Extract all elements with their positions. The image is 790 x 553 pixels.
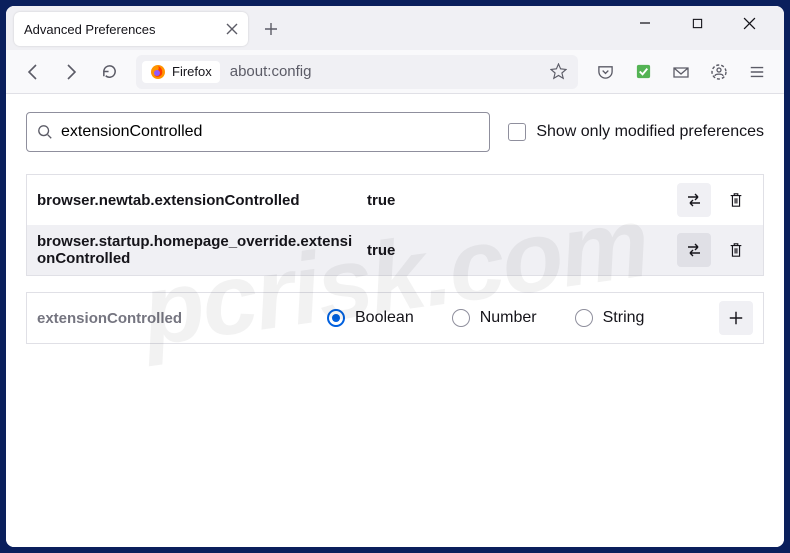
back-button[interactable] xyxy=(16,55,50,89)
url-bar[interactable]: Firefox xyxy=(136,55,578,89)
radio-icon xyxy=(327,309,345,327)
type-radio-group: Boolean Number String xyxy=(327,309,711,327)
trash-icon xyxy=(728,192,744,208)
tab-bar: Advanced Preferences xyxy=(6,6,784,50)
toggle-icon xyxy=(685,191,703,209)
delete-button[interactable] xyxy=(719,183,753,217)
minimize-button[interactable] xyxy=(630,8,660,38)
tab-advanced-preferences[interactable]: Advanced Preferences xyxy=(14,12,248,46)
forward-button[interactable] xyxy=(54,55,88,89)
pref-name: browser.newtab.extensionControlled xyxy=(37,192,359,209)
extension-button[interactable] xyxy=(626,55,660,89)
toggle-button[interactable] xyxy=(677,233,711,267)
search-icon xyxy=(37,124,53,140)
identity-box[interactable]: Firefox xyxy=(142,61,220,83)
nav-toolbar: Firefox xyxy=(6,50,784,94)
app-menu-button[interactable] xyxy=(740,55,774,89)
pref-value: true xyxy=(367,242,669,259)
checkbox-icon xyxy=(508,123,526,141)
new-tab-button[interactable] xyxy=(256,14,286,44)
pref-row: browser.newtab.extensionControlled true xyxy=(27,175,763,225)
pocket-button[interactable] xyxy=(588,55,622,89)
pref-search-box[interactable] xyxy=(26,112,490,152)
about-config-content: Show only modified preferences browser.n… xyxy=(6,94,784,547)
close-tab-icon[interactable] xyxy=(226,23,238,35)
add-pref-button[interactable] xyxy=(719,301,753,335)
radio-string[interactable]: String xyxy=(575,309,645,327)
new-pref-name: extensionControlled xyxy=(37,310,319,327)
firefox-icon xyxy=(150,64,166,80)
pref-search-input[interactable] xyxy=(53,123,479,141)
radio-icon xyxy=(452,309,470,327)
close-window-button[interactable] xyxy=(734,8,764,38)
pref-value: true xyxy=(367,192,669,209)
identity-label: Firefox xyxy=(172,64,212,79)
toggle-button[interactable] xyxy=(677,183,711,217)
delete-button[interactable] xyxy=(719,233,753,267)
pref-row: browser.startup.homepage_override.extens… xyxy=(27,225,763,275)
account-button[interactable] xyxy=(702,55,736,89)
inbox-button[interactable] xyxy=(664,55,698,89)
bookmark-star-icon[interactable] xyxy=(544,55,572,89)
new-pref-row: extensionControlled Boolean Number Strin… xyxy=(26,292,764,344)
checkbox-label: Show only modified preferences xyxy=(536,123,764,141)
show-modified-checkbox[interactable]: Show only modified preferences xyxy=(508,123,764,141)
toggle-icon xyxy=(685,241,703,259)
maximize-button[interactable] xyxy=(682,8,712,38)
reload-button[interactable] xyxy=(92,55,126,89)
tab-title: Advanced Preferences xyxy=(24,22,156,37)
plus-icon xyxy=(728,310,744,326)
url-input[interactable] xyxy=(220,63,544,80)
radio-number[interactable]: Number xyxy=(452,309,537,327)
pref-table: browser.newtab.extensionControlled true … xyxy=(26,174,764,276)
pref-name: browser.startup.homepage_override.extens… xyxy=(37,233,359,267)
radio-icon xyxy=(575,309,593,327)
trash-icon xyxy=(728,242,744,258)
radio-boolean[interactable]: Boolean xyxy=(327,309,414,327)
